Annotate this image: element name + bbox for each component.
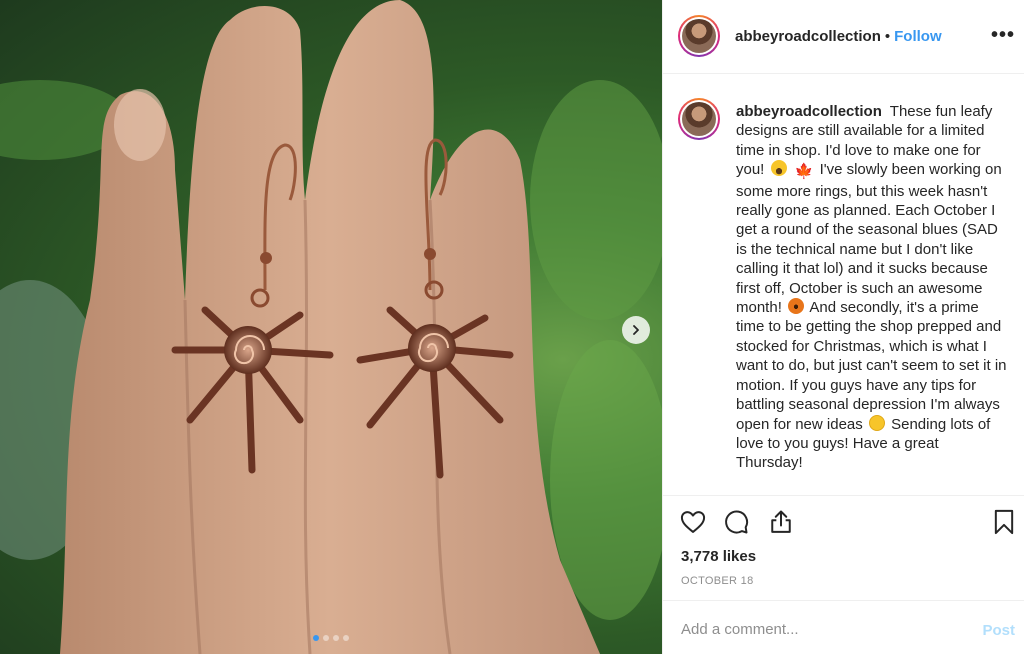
more-options-icon[interactable]: ••• bbox=[991, 24, 1015, 47]
save-button[interactable] bbox=[990, 508, 1018, 541]
post-photo[interactable] bbox=[0, 0, 662, 654]
carousel-dot[interactable] bbox=[313, 635, 319, 641]
post-side-panel: abbeyroadcollection • Follow ••• abbeyroad… bbox=[662, 0, 1024, 654]
carousel-dot[interactable] bbox=[333, 635, 339, 641]
share-button[interactable] bbox=[767, 508, 795, 541]
grin-emoji-icon bbox=[770, 160, 787, 177]
carousel-next-button[interactable] bbox=[622, 316, 650, 344]
share-icon bbox=[771, 510, 791, 533]
carousel-dot[interactable] bbox=[343, 635, 349, 641]
likes-count[interactable]: 3,778 likes bbox=[681, 548, 756, 565]
action-bar bbox=[663, 508, 1024, 540]
separator-dot: • bbox=[884, 28, 891, 45]
post-date[interactable]: OCTOBER 18 bbox=[681, 575, 754, 587]
jack-o-lantern-emoji-icon bbox=[788, 298, 805, 315]
post-comment-button[interactable]: Post bbox=[982, 622, 1015, 639]
post-caption: abbeyroadcollection These fun leafy desi… bbox=[736, 102, 1008, 473]
chevron-right-icon bbox=[633, 325, 639, 335]
like-button[interactable] bbox=[679, 508, 707, 541]
smile-emoji-icon bbox=[868, 414, 885, 431]
username-link[interactable]: abbeyroadcollection bbox=[735, 28, 881, 45]
earrings-photo bbox=[0, 0, 662, 654]
comment-icon bbox=[725, 510, 749, 534]
caption-section: abbeyroadcollection These fun leafy desi… bbox=[663, 74, 1024, 496]
caption-username-link[interactable]: abbeyroadcollection bbox=[736, 103, 882, 120]
bookmark-icon bbox=[994, 509, 1014, 535]
comment-input[interactable] bbox=[681, 621, 951, 638]
caption-text: And secondly, it's a prime time to be ge… bbox=[736, 299, 1007, 433]
caption-text: I've slowly been working on some more ri… bbox=[736, 161, 1002, 317]
carousel-dot[interactable] bbox=[323, 635, 329, 641]
post-header: abbeyroadcollection • Follow ••• bbox=[663, 0, 1024, 74]
comment-button[interactable] bbox=[722, 508, 750, 541]
heart-icon bbox=[680, 511, 706, 533]
comment-bar: Post bbox=[663, 600, 1024, 654]
avatar[interactable] bbox=[678, 15, 720, 57]
maple-leaf-emoji-icon: 🍁 bbox=[794, 163, 814, 181]
carousel-indicator bbox=[0, 635, 662, 641]
follow-button[interactable]: Follow bbox=[894, 28, 942, 45]
avatar[interactable] bbox=[678, 98, 720, 140]
